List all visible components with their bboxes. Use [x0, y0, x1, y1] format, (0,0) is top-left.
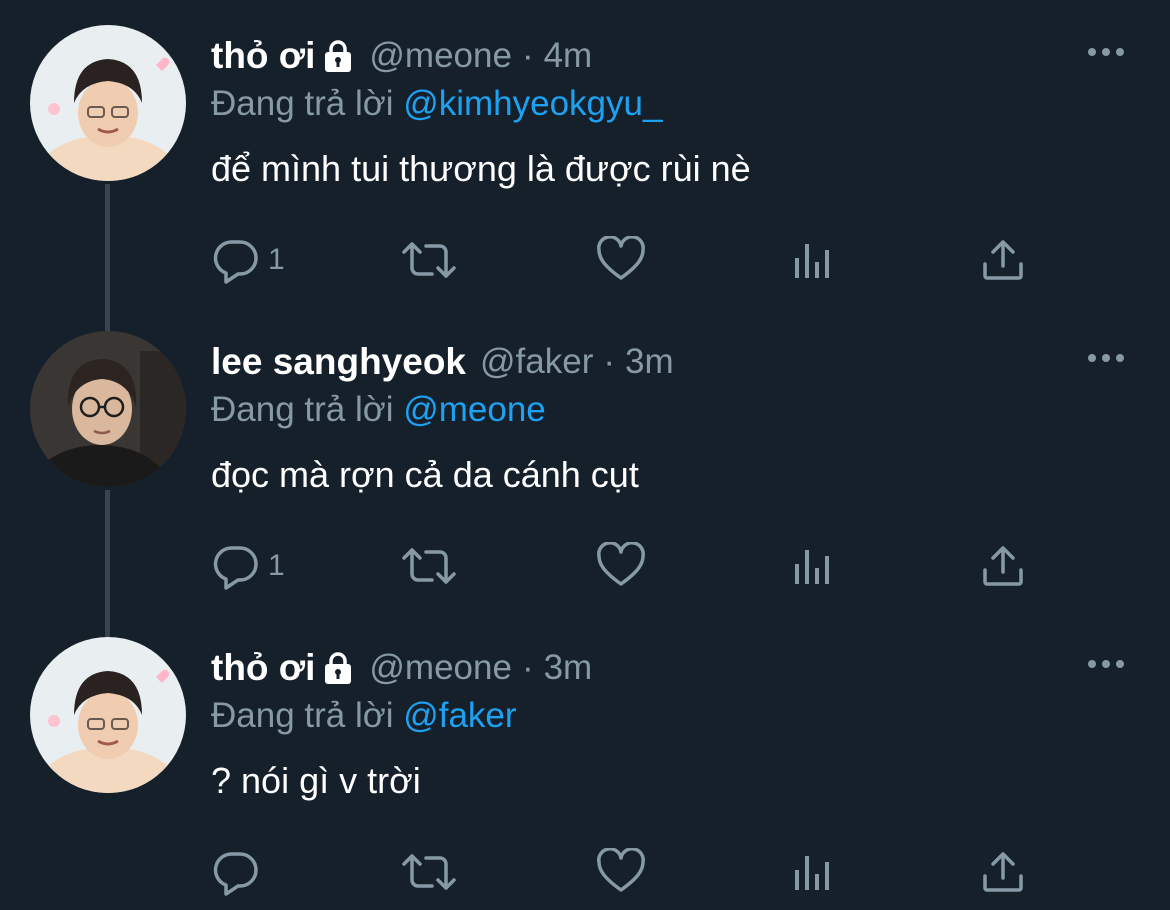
replying-to: Đang trả lời @kimhyeokgyu_: [211, 84, 662, 124]
avatar[interactable]: [30, 637, 186, 793]
separator-dot: ·: [603, 342, 616, 381]
tweet-actions: [0, 842, 1170, 902]
tweet-header: thỏ ơi @meone · 3m: [211, 644, 592, 692]
reply-button[interactable]: [212, 842, 268, 902]
analytics-button[interactable]: [792, 842, 834, 902]
retweet-icon: [402, 548, 456, 584]
analytics-button[interactable]: [792, 536, 834, 596]
like-button[interactable]: [596, 536, 646, 596]
user-handle[interactable]: @meone: [369, 648, 512, 688]
mention-link[interactable]: @faker: [403, 696, 516, 735]
separator-dot: ·: [521, 36, 534, 75]
stats-icon: [795, 550, 829, 584]
retweet-icon: [402, 242, 456, 278]
replying-to: Đang trả lời @faker: [211, 696, 517, 736]
replying-to-label: Đang trả lời: [211, 84, 404, 123]
tweet-header: thỏ ơi @meone · 4m: [211, 32, 592, 80]
tweet-text: ? nói gì v trời: [211, 760, 421, 801]
lock-icon: [323, 39, 353, 73]
share-icon: [983, 852, 1023, 892]
mention-link[interactable]: @meone: [403, 390, 546, 429]
retweet-button[interactable]: [400, 842, 458, 902]
tweet-actions: 1: [0, 536, 1170, 596]
more-icon[interactable]: [1086, 348, 1126, 368]
tweet-text: đọc mà rợn cả da cánh cụt: [211, 454, 639, 495]
more-icon[interactable]: [1086, 42, 1126, 62]
share-button[interactable]: [980, 536, 1026, 596]
replying-to-label: Đang trả lời: [211, 696, 404, 735]
user-handle[interactable]: @faker: [480, 342, 593, 382]
timestamp[interactable]: 4m: [544, 36, 593, 76]
tweet-text: để mình tui thương là được rùi nè: [211, 148, 751, 189]
tweet-actions: 1: [0, 230, 1170, 290]
stats-icon: [795, 856, 829, 890]
display-name[interactable]: thỏ ơi: [211, 35, 315, 77]
tweet-thread: thỏ ơi @meone · 4m Đang trả lời @kimhyeo…: [0, 0, 1170, 910]
display-name[interactable]: thỏ ơi: [211, 647, 315, 689]
like-button[interactable]: [596, 230, 646, 290]
display-name[interactable]: lee sanghyeok: [211, 341, 466, 383]
timestamp[interactable]: 3m: [544, 648, 593, 688]
reply-button[interactable]: 1: [212, 536, 285, 596]
reply-icon: [213, 546, 258, 590]
share-button[interactable]: [980, 842, 1026, 902]
reply-count: 1: [268, 243, 285, 276]
retweet-button[interactable]: [400, 230, 458, 290]
more-icon[interactable]: [1086, 654, 1126, 674]
mention-link[interactable]: @kimhyeokgyu_: [403, 84, 662, 123]
user-handle[interactable]: @meone: [369, 36, 512, 76]
analytics-button[interactable]: [792, 230, 834, 290]
retweet-icon: [402, 854, 456, 890]
separator-dot: ·: [521, 648, 534, 687]
share-icon: [983, 546, 1023, 586]
share-button[interactable]: [980, 230, 1026, 290]
tweet-header: lee sanghyeok @faker · 3m: [211, 338, 674, 386]
reply-button[interactable]: 1: [212, 230, 285, 290]
reply-count: 1: [268, 549, 285, 582]
lock-icon: [323, 651, 353, 685]
share-icon: [983, 240, 1023, 280]
retweet-button[interactable]: [400, 536, 458, 596]
replying-to: Đang trả lời @meone: [211, 390, 546, 430]
reply-icon: [213, 852, 258, 896]
replying-to-label: Đang trả lời: [211, 390, 404, 429]
like-button[interactable]: [596, 842, 646, 902]
stats-icon: [795, 244, 829, 278]
like-icon: [597, 236, 645, 280]
like-icon: [597, 542, 645, 586]
like-icon: [597, 848, 645, 892]
timestamp[interactable]: 3m: [625, 342, 674, 382]
avatar[interactable]: [30, 25, 186, 181]
avatar[interactable]: [30, 331, 186, 487]
reply-icon: [213, 240, 258, 284]
